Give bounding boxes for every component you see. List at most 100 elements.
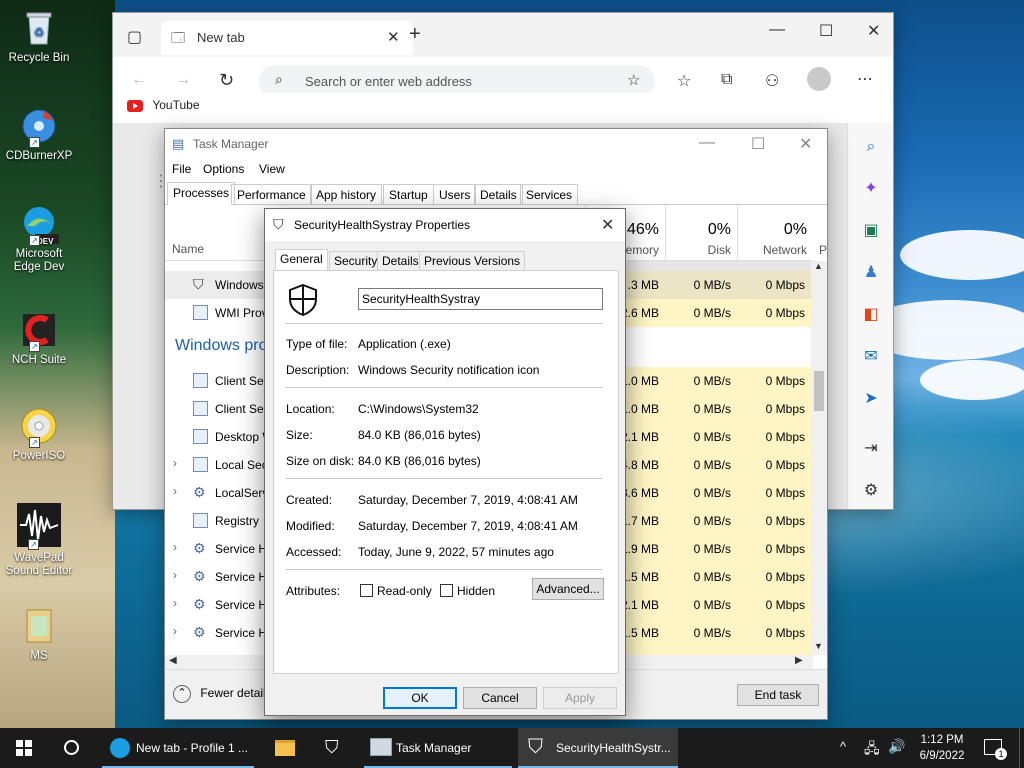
shield-icon: ⛉ — [193, 276, 204, 292]
search-button[interactable] — [48, 728, 96, 768]
tab-security[interactable]: Security — [329, 251, 383, 271]
taskbar-properties[interactable]: ⛉ SecurityHealthSystr... — [518, 728, 678, 768]
close-icon[interactable]: ✕ — [601, 215, 614, 235]
tab-app-history[interactable]: App history — [310, 184, 383, 205]
maximize-icon[interactable]: ☐ — [819, 21, 833, 41]
favorite-youtube[interactable]: YouTube — [127, 98, 200, 112]
expand-chevron-icon[interactable]: › — [173, 624, 177, 638]
vertical-scrollbar[interactable]: ▲ ▼ — [811, 261, 827, 655]
desktop-icon-cdburnerxp[interactable]: ↗ CDBurnerXP — [4, 106, 74, 163]
advanced-button[interactable]: Advanced... — [532, 578, 604, 600]
expand-chevron-icon[interactable]: › — [173, 568, 177, 582]
sidebar-outlook-icon[interactable]: ✉ — [861, 347, 881, 367]
tab-startup[interactable]: Startup — [383, 184, 434, 205]
readonly-checkbox[interactable] — [360, 584, 373, 597]
volume-icon[interactable]: 🔊 — [888, 738, 905, 755]
scroll-thumb[interactable] — [814, 371, 824, 411]
extensions-icon[interactable]: ⚇ — [765, 71, 779, 91]
sidebar-settings-icon[interactable]: ⚙ — [861, 481, 881, 501]
tab-general[interactable]: General — [275, 249, 328, 271]
desktop-icon-ms-folder[interactable]: MS — [4, 606, 74, 663]
sidebar-discover-icon[interactable]: ✦ — [861, 179, 881, 199]
process-icon — [193, 305, 208, 320]
column-disk[interactable]: 0% Disk — [665, 205, 737, 261]
tab-actions-icon[interactable]: ▢ — [127, 27, 142, 47]
sidebar-hide-icon[interactable]: ⇥ — [861, 439, 881, 459]
taskbar-file-explorer[interactable] — [262, 728, 308, 768]
tab-services[interactable]: Services — [520, 184, 579, 205]
sidebar-tools-icon[interactable]: ▣ — [861, 221, 881, 241]
column-network[interactable]: 0% Network — [737, 205, 809, 261]
sidebar-games-icon[interactable]: ♟ — [861, 263, 881, 283]
forward-icon[interactable]: → — [175, 71, 191, 89]
menu-view[interactable]: View — [259, 162, 285, 176]
apply-button[interactable]: Apply — [543, 687, 617, 709]
chevron-up-icon[interactable]: ^ — [840, 739, 846, 754]
menu-file[interactable]: File — [172, 162, 191, 176]
sidebar-send-icon[interactable]: ➤ — [861, 389, 881, 409]
network-icon[interactable]: 🖧 — [864, 738, 880, 762]
tab-users[interactable]: Users — [433, 184, 477, 205]
more-options-icon[interactable]: ⋯ — [857, 69, 873, 89]
tab-previous-versions[interactable]: Previous Versions — [419, 251, 526, 271]
favorites-icon[interactable]: ☆ — [677, 71, 691, 91]
poweriso-icon: ↗ — [19, 406, 59, 448]
properties-dialog: ⛉ SecurityHealthSystray Properties ✕ Gen… — [264, 208, 626, 716]
maximize-icon[interactable]: ☐ — [751, 134, 765, 154]
tab-processes[interactable]: Processes — [167, 182, 236, 206]
tab-performance[interactable]: Performance — [231, 184, 312, 205]
type-label: Type of file: — [286, 337, 348, 351]
clock[interactable]: 1:12 PM 6/9/2022 — [912, 732, 972, 764]
file-name-input[interactable]: SecurityHealthSystray — [358, 288, 603, 310]
cancel-button[interactable]: Cancel — [463, 687, 537, 709]
minimize-icon[interactable]: — — [699, 134, 715, 152]
expand-chevron-icon[interactable]: › — [173, 456, 177, 470]
task-manager-titlebar[interactable]: ▤ Task Manager — ☐ ✕ — [165, 129, 827, 159]
fewer-details-toggle[interactable]: ⌃ Fewer details — [173, 685, 272, 703]
column-power[interactable]: P — [819, 243, 827, 257]
properties-titlebar[interactable]: ⛉ SecurityHealthSystray Properties ✕ — [265, 209, 625, 241]
scroll-down-icon[interactable]: ▼ — [814, 641, 823, 651]
taskbar-security[interactable]: ⛉ — [310, 728, 356, 768]
end-task-button[interactable]: End task — [737, 684, 819, 706]
hidden-checkbox[interactable] — [440, 584, 453, 597]
desktop-icon-wavepad[interactable]: ↗ WavePad Sound Editor — [4, 502, 74, 578]
refresh-icon[interactable]: ↻ — [219, 70, 234, 91]
close-icon[interactable]: ✕ — [799, 134, 812, 154]
notifications-icon[interactable]: 1 — [984, 739, 1007, 760]
scroll-left-icon[interactable]: ◀ — [169, 655, 177, 666]
search-icon: ⌕ — [275, 71, 283, 87]
process-icon — [193, 429, 208, 444]
profile-avatar-icon[interactable] — [807, 67, 831, 91]
desktop-icon-poweriso[interactable]: ↗ PowerISO — [4, 406, 74, 463]
show-desktop-button[interactable] — [1019, 728, 1024, 768]
column-name[interactable]: Name — [172, 242, 204, 256]
expand-chevron-icon[interactable]: › — [173, 596, 177, 610]
desktop-icon-recycle-bin[interactable]: ♻ Recycle Bin — [4, 8, 74, 65]
scroll-up-icon[interactable]: ▲ — [814, 261, 823, 271]
collections-icon[interactable]: ⧉ — [721, 71, 732, 89]
new-tab-icon[interactable]: + — [409, 23, 421, 46]
edge-tab-new-tab[interactable]: 🗔 New tab ✕ — [161, 21, 413, 55]
process-network: 0 Mbps — [765, 402, 805, 416]
taskbar-task-manager[interactable]: Task Manager — [360, 728, 516, 768]
address-placeholder: Search or enter web address — [305, 74, 472, 89]
desktop-icon-edge-dev[interactable]: DEV ↗ Microsoft Edge Dev — [4, 204, 74, 274]
sidebar-search-icon[interactable]: ⌕ — [861, 137, 881, 157]
start-button[interactable] — [0, 728, 48, 768]
menu-options[interactable]: Options — [203, 162, 244, 176]
sidebar-office-icon[interactable]: ◧ — [861, 305, 881, 325]
expand-chevron-icon[interactable]: › — [173, 484, 177, 498]
back-icon[interactable]: ← — [131, 71, 147, 89]
minimize-icon[interactable]: — — [769, 21, 785, 39]
close-tab-icon[interactable]: ✕ — [387, 28, 400, 46]
tab-details[interactable]: Details — [474, 184, 523, 205]
taskbar-edge[interactable]: New tab - Profile 1 ... — [98, 728, 258, 768]
expand-chevron-icon[interactable]: › — [173, 540, 177, 554]
close-window-icon[interactable]: ✕ — [867, 21, 880, 41]
scroll-right-icon[interactable]: ▶ — [795, 655, 803, 666]
desktop-icon-nch-suite[interactable]: ↗ NCH Suite — [4, 310, 74, 367]
ok-button[interactable]: OK — [383, 687, 457, 709]
add-favorite-icon[interactable]: ☆ — [627, 71, 640, 89]
tab-details[interactable]: Details — [377, 251, 424, 271]
